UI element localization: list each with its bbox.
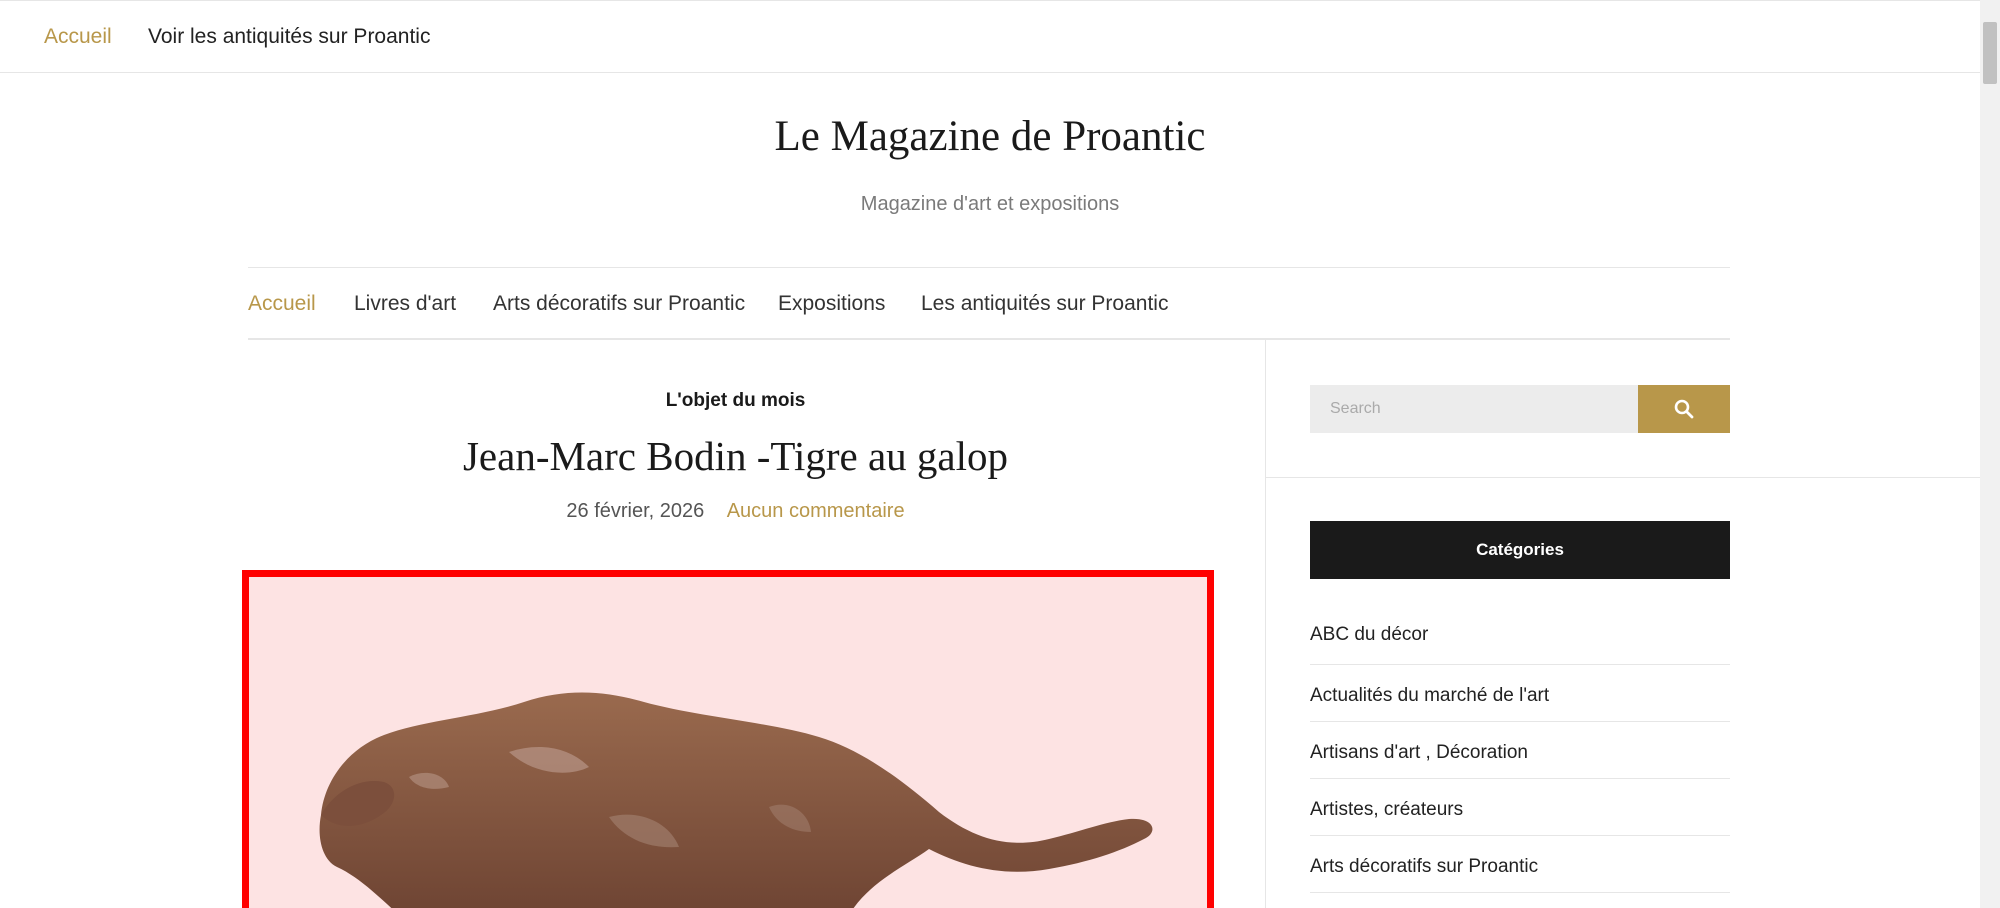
post-category[interactable]: L'objet du mois	[248, 390, 1223, 412]
nav-item-home[interactable]: Accueil	[248, 292, 316, 316]
site-title[interactable]: Le Magazine de Proantic	[0, 112, 1980, 161]
category-link[interactable]: Actualités du marché de l'art	[1310, 665, 1730, 722]
category-link[interactable]: Artistes, créateurs	[1310, 779, 1730, 836]
nav-item-exhibitions[interactable]: Expositions	[778, 292, 885, 316]
search-input[interactable]	[1310, 385, 1638, 433]
main-nav: Accueil Livres d'art Arts décoratifs sur…	[248, 267, 1730, 340]
site-tagline: Magazine d'art et expositions	[860, 193, 1120, 215]
nav-item-decorative-arts[interactable]: Arts décoratifs sur Proantic	[493, 292, 745, 316]
tiger-sculpture-image	[319, 692, 1153, 908]
topbar-link-home[interactable]: Accueil	[44, 25, 112, 49]
page-scrollbar[interactable]	[1980, 0, 2000, 908]
category-link[interactable]: Artisans d'art , Décoration	[1310, 722, 1730, 779]
post-meta: 26 février, 2026 Aucun commentaire	[248, 500, 1223, 523]
nav-item-antiques[interactable]: Les antiquités sur Proantic	[921, 292, 1168, 316]
categories-list: ABC du décor Actualités du marché de l'a…	[1310, 608, 1730, 893]
post-comments-link[interactable]: Aucun commentaire	[727, 500, 905, 522]
categories-widget-title: Catégories	[1310, 521, 1730, 579]
topbar-link-antiques[interactable]: Voir les antiquités sur Proantic	[148, 25, 430, 49]
content-divider	[1265, 340, 1266, 908]
sidebar-separator	[1266, 477, 1980, 478]
search-icon	[1674, 399, 1694, 419]
post-date: 26 février, 2026	[566, 500, 705, 522]
category-link[interactable]: ABC du décor	[1310, 608, 1730, 665]
top-bar: Accueil Voir les antiquités sur Proantic	[0, 0, 1980, 73]
nav-item-art-books[interactable]: Livres d'art	[354, 292, 456, 316]
scrollbar-thumb[interactable]	[1983, 22, 1997, 84]
featured-image[interactable]	[242, 570, 1214, 908]
post-title[interactable]: Jean-Marc Bodin -Tigre au galop	[248, 432, 1223, 480]
category-link[interactable]: Arts décoratifs sur Proantic	[1310, 836, 1730, 893]
search-button[interactable]	[1638, 385, 1730, 433]
